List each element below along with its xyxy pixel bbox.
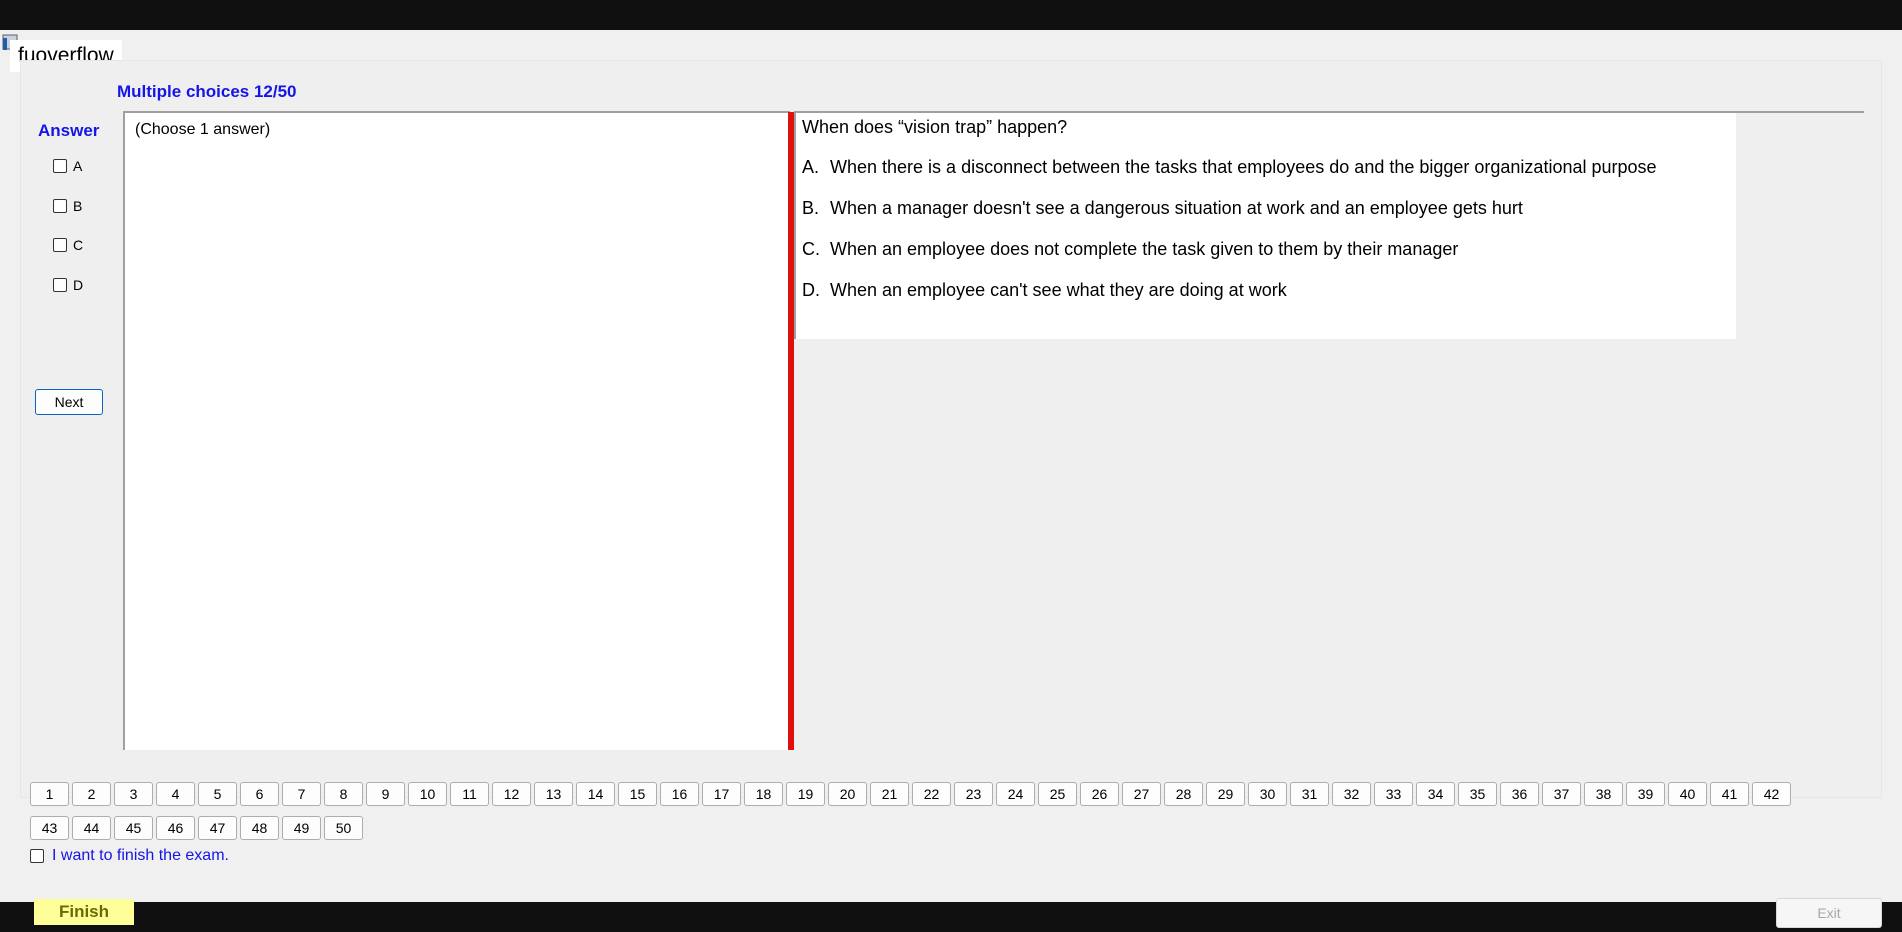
choice-text: When an employee does not complete the t… <box>830 239 1459 259</box>
answer-instruction-pane: (Choose 1 answer) <box>123 111 790 750</box>
question-nav-button[interactable]: 36 <box>1500 782 1539 806</box>
question-nav-button[interactable]: 39 <box>1626 782 1665 806</box>
question-choice-a: A. When there is a disconnect between the… <box>802 157 1657 178</box>
next-button[interactable]: Next <box>35 389 103 415</box>
answer-option-b[interactable]: B <box>53 198 82 214</box>
choice-text: When an employee can't see what they are… <box>830 280 1287 300</box>
question-nav-button[interactable]: 30 <box>1248 782 1287 806</box>
question-nav-button[interactable]: 45 <box>114 816 153 840</box>
choice-text: When there is a disconnect between the t… <box>830 157 1657 177</box>
question-nav-button[interactable]: 2 <box>72 782 111 806</box>
question-nav-button[interactable]: 34 <box>1416 782 1455 806</box>
choose-instruction: (Choose 1 answer) <box>135 121 271 138</box>
choice-letter: D. <box>802 280 820 300</box>
answer-option-c[interactable]: C <box>53 237 83 253</box>
answer-option-label: D <box>73 277 84 293</box>
finish-exam-confirm[interactable]: I want to finish the exam. <box>30 847 229 865</box>
question-nav-button[interactable]: 20 <box>828 782 867 806</box>
question-nav-button[interactable]: 31 <box>1290 782 1329 806</box>
question-nav-button[interactable]: 47 <box>198 816 237 840</box>
question-nav-button[interactable]: 24 <box>996 782 1035 806</box>
answer-option-d[interactable]: D <box>53 277 83 293</box>
choice-letter: B. <box>802 198 820 218</box>
question-nav-button[interactable]: 40 <box>1668 782 1707 806</box>
answer-option-label: A <box>73 158 83 174</box>
question-nav-button[interactable]: 17 <box>702 782 741 806</box>
question-nav-button[interactable]: 25 <box>1038 782 1077 806</box>
choice-letter: A. <box>802 157 820 177</box>
question-box: When does “vision trap” happen? A. When t… <box>794 113 1736 339</box>
question-nav-button[interactable]: 15 <box>618 782 657 806</box>
question-nav-button[interactable]: 18 <box>744 782 783 806</box>
question-choice-d: D. When an employee can't see what they a… <box>802 280 1287 301</box>
question-nav-button[interactable]: 26 <box>1080 782 1119 806</box>
question-nav-button[interactable]: 28 <box>1164 782 1203 806</box>
question-nav-button[interactable]: 19 <box>786 782 825 806</box>
question-nav-button[interactable]: 38 <box>1584 782 1623 806</box>
answer-checkbox-b[interactable] <box>53 199 67 213</box>
question-nav-button[interactable]: 23 <box>954 782 993 806</box>
question-nav-button[interactable]: 33 <box>1374 782 1413 806</box>
question-nav-button[interactable]: 1 <box>30 782 69 806</box>
question-nav-button[interactable]: 11 <box>450 782 489 806</box>
question-nav-button[interactable]: 12 <box>492 782 531 806</box>
section-title: Multiple choices 12/50 <box>117 82 297 101</box>
finish-exam-label: I want to finish the exam. <box>52 847 229 864</box>
question-nav-button[interactable]: 37 <box>1542 782 1581 806</box>
answer-option-label: C <box>73 237 84 253</box>
question-nav-row-2: 43 44 45 46 47 48 49 50 <box>30 816 363 840</box>
question-nav-button[interactable]: 42 <box>1752 782 1791 806</box>
answer-checkbox-c[interactable] <box>53 238 67 252</box>
question-nav-button[interactable]: 4 <box>156 782 195 806</box>
question-nav-button[interactable]: 43 <box>30 816 69 840</box>
answer-option-a[interactable]: A <box>53 158 82 174</box>
choice-text: When a manager doesn't see a dangerous s… <box>830 198 1523 218</box>
question-nav-button[interactable]: 32 <box>1332 782 1371 806</box>
finish-button[interactable]: Finish <box>34 899 134 925</box>
exam-window: fuoverflow Multiple choices 12/50 Answer… <box>0 30 1902 928</box>
question-nav-button[interactable]: 46 <box>156 816 195 840</box>
question-choice-b: B. When a manager doesn't see a dangerous… <box>802 198 1523 219</box>
question-area: When does “vision trap” happen? A. When t… <box>794 111 1864 750</box>
question-nav-button[interactable]: 5 <box>198 782 237 806</box>
question-nav-button[interactable]: 16 <box>660 782 699 806</box>
question-nav-button[interactable]: 50 <box>324 816 363 840</box>
question-nav-button[interactable]: 44 <box>72 816 111 840</box>
question-nav-button[interactable]: 3 <box>114 782 153 806</box>
question-nav-button[interactable]: 22 <box>912 782 951 806</box>
question-nav-button[interactable]: 9 <box>366 782 405 806</box>
question-nav-button[interactable]: 27 <box>1122 782 1161 806</box>
answer-option-label: B <box>73 198 83 214</box>
question-nav-button[interactable]: 10 <box>408 782 447 806</box>
question-nav-button[interactable]: 21 <box>870 782 909 806</box>
question-text: When does “vision trap” happen? <box>802 117 1068 137</box>
exit-button[interactable]: Exit <box>1776 898 1882 928</box>
question-nav-button[interactable]: 48 <box>240 816 279 840</box>
question-nav-button[interactable]: 13 <box>534 782 573 806</box>
answer-checkbox-a[interactable] <box>53 159 67 173</box>
answer-label: Answer <box>38 121 100 140</box>
question-nav-button[interactable]: 6 <box>240 782 279 806</box>
question-nav-button[interactable]: 41 <box>1710 782 1749 806</box>
question-nav-button[interactable]: 14 <box>576 782 615 806</box>
question-choice-c: C. When an employee does not complete the… <box>802 239 1458 260</box>
question-nav-button[interactable]: 49 <box>282 816 321 840</box>
choice-letter: C. <box>802 239 820 259</box>
question-nav-button[interactable]: 7 <box>282 782 321 806</box>
question-nav-button[interactable]: 8 <box>324 782 363 806</box>
question-nav-button[interactable]: 29 <box>1206 782 1245 806</box>
question-nav-row-1: 1 2 3 4 5 6 7 8 9 10 11 12 13 14 15 16 17 18 19 20 21 22 23 24 2… <box>30 782 1791 806</box>
question-nav-button[interactable]: 35 <box>1458 782 1497 806</box>
answer-checkbox-d[interactable] <box>53 278 67 292</box>
finish-exam-checkbox[interactable] <box>30 849 44 863</box>
